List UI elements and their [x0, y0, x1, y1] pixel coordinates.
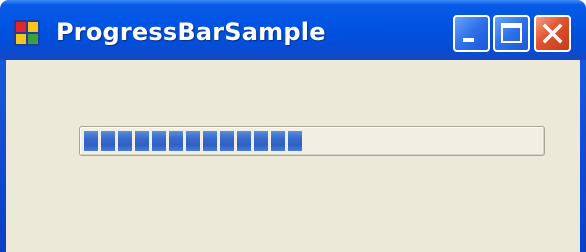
application-window: ProgressBarSample — [0, 0, 586, 252]
progress-chunk — [203, 131, 217, 151]
progress-chunk — [186, 131, 200, 151]
progress-bar — [79, 126, 545, 156]
close-button[interactable] — [534, 15, 571, 52]
close-icon — [542, 23, 563, 44]
progress-fill — [84, 131, 302, 151]
progress-chunk — [84, 131, 98, 151]
progress-chunk — [271, 131, 285, 151]
progress-chunk — [152, 131, 166, 151]
progress-chunk — [118, 131, 132, 151]
progress-chunk — [288, 131, 302, 151]
progress-chunk — [220, 131, 234, 151]
window-title: ProgressBarSample — [56, 18, 326, 46]
maximize-button[interactable] — [493, 15, 530, 52]
client-area — [6, 60, 580, 252]
title-bar[interactable]: ProgressBarSample — [0, 0, 586, 60]
progress-chunk — [254, 131, 268, 151]
progress-chunk — [169, 131, 183, 151]
progress-chunk — [101, 131, 115, 151]
minimize-icon — [463, 38, 474, 42]
progress-chunk — [135, 131, 149, 151]
minimize-button[interactable] — [453, 15, 490, 52]
maximize-icon — [501, 23, 522, 43]
application-icon[interactable] — [14, 20, 40, 46]
progress-chunk — [237, 131, 251, 151]
